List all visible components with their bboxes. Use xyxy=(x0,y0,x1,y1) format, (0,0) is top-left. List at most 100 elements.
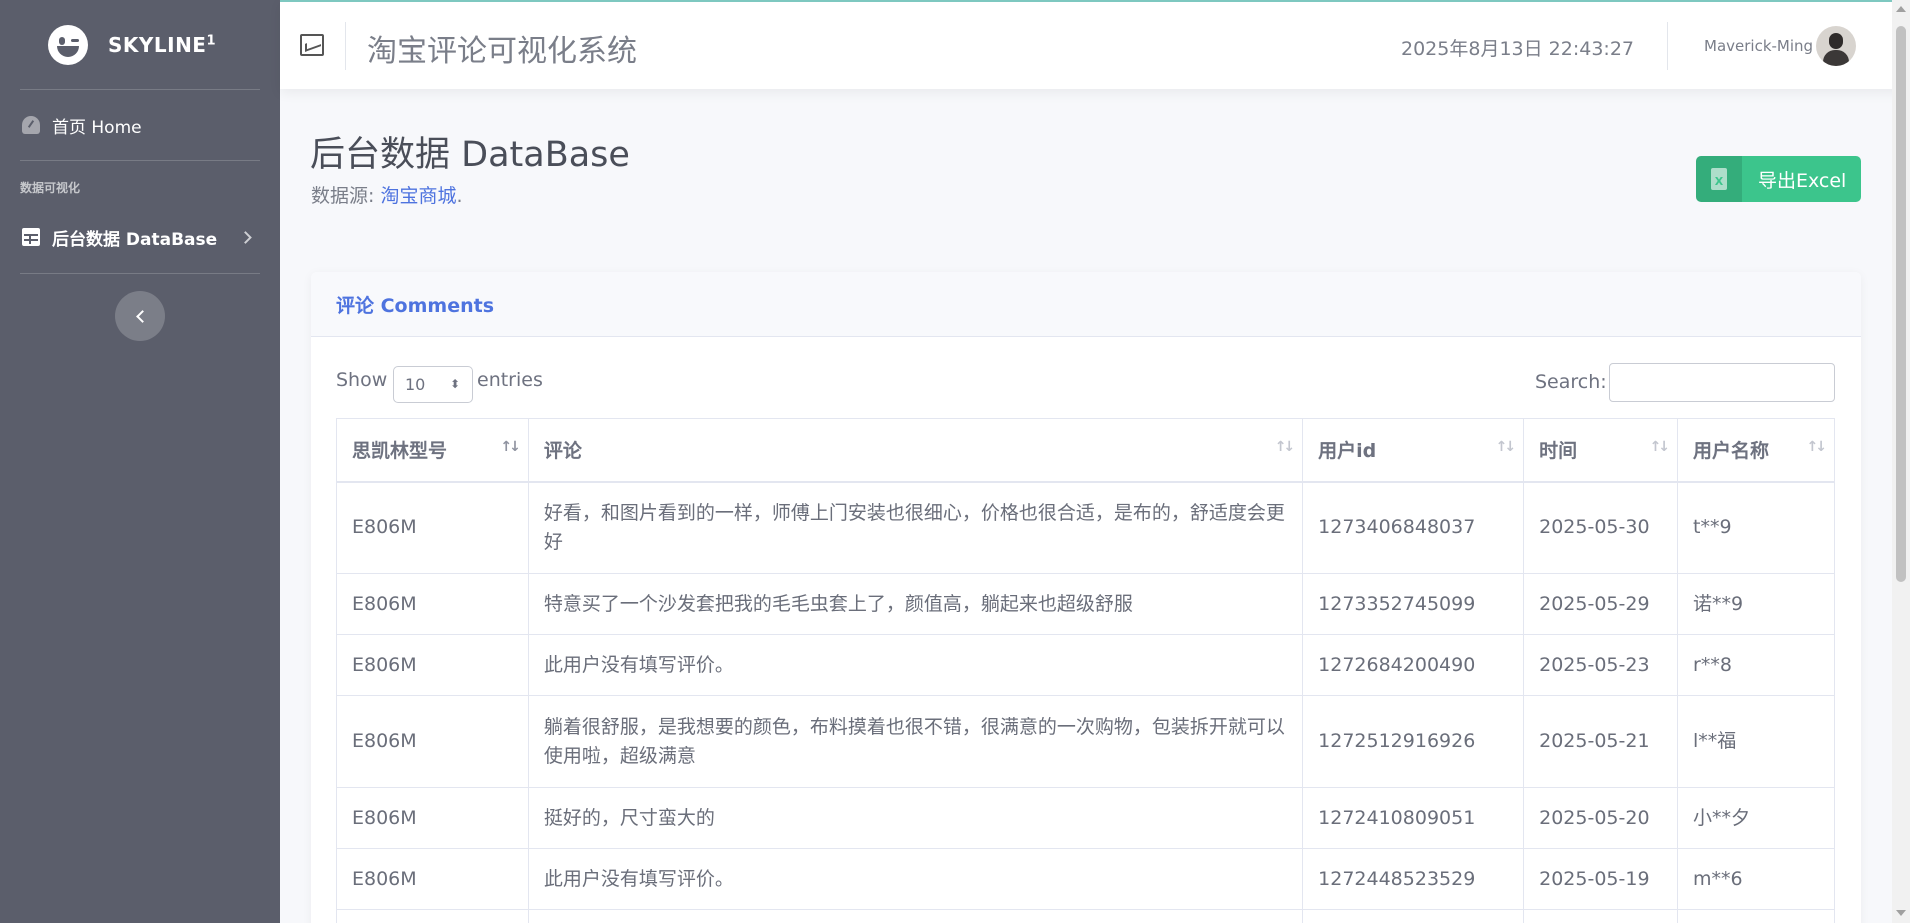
table-row: E806M 好看，和图片看到的一样，师傅上门安装也很细心，价格也很合适，是布的，… xyxy=(336,481,1835,574)
sort-icon: ↑↓ xyxy=(1274,439,1296,455)
sidebar-divider xyxy=(20,273,260,274)
table-row: E806M 躺着很舒服，是我想要的颜色，布料摸着也很不错，很满意的一次购物，包装… xyxy=(336,695,1835,788)
cell-time: 2025-05-21 xyxy=(1523,695,1679,788)
sidebar-heading: 数据可视化 xyxy=(20,181,81,195)
excel-icon-wrap: X xyxy=(1696,156,1742,202)
column-header-username[interactable]: 用户名称 ↑↓ xyxy=(1677,418,1835,483)
cell-comment: 此用户没有填写评价。 xyxy=(527,634,1304,696)
cell-model: E806M xyxy=(336,848,529,910)
comments-card: 评论 Comments Show 10 entries Search: 思凯林型… xyxy=(311,272,1861,923)
cell-comment: 特意买了一个沙发套把我的毛毛虫套上了，颜值高，躺起来也超级舒服 xyxy=(527,573,1304,635)
sidebar-toggle-button[interactable] xyxy=(115,291,165,341)
table-row xyxy=(336,909,1835,923)
column-header-time[interactable]: 时间 ↑↓ xyxy=(1523,418,1679,483)
table-controls: Show 10 entries Search: xyxy=(311,337,1861,415)
card-header: 评论 Comments xyxy=(311,272,1861,337)
page-scrollbar[interactable] xyxy=(1892,0,1910,923)
sort-icon: ↑↓ xyxy=(1495,439,1517,455)
sort-icon: ↑↓ xyxy=(1806,439,1828,455)
cell-comment: 躺着很舒服，是我想要的颜色，布料摸着也很不错，很满意的一次购物，包装拆开就可以使… xyxy=(527,695,1304,788)
card-title: 评论 Comments xyxy=(336,294,495,317)
table-icon xyxy=(22,228,40,246)
sidebar-item-home[interactable]: 首页 Home xyxy=(0,90,280,160)
line-chart-icon[interactable] xyxy=(300,34,324,56)
sidebar-item-label: 后台数据 DataBase xyxy=(52,229,218,250)
data-source: 数据源: 淘宝商城. xyxy=(311,181,463,208)
sidebar-item-database[interactable]: 后台数据 DataBase xyxy=(0,201,280,273)
chevron-right-icon xyxy=(239,230,252,244)
column-header-comment[interactable]: 评论 ↑↓ xyxy=(527,418,1304,483)
comments-table: 思凯林型号 ↑↓ 评论 ↑↓ 用户id ↑↓ 时间 ↑↓ 用户名称 ↑↓ E806M 好看… xyxy=(336,418,1835,923)
column-header-user-id[interactable]: 用户id ↑↓ xyxy=(1302,418,1525,483)
column-header-label: 评论 xyxy=(543,440,582,463)
column-header-label: 用户名称 xyxy=(1693,440,1770,463)
gauge-icon xyxy=(22,116,40,134)
cell-user-id: 1273406848037 xyxy=(1302,481,1525,574)
cell-user-id: 1272410809051 xyxy=(1302,787,1525,849)
column-header-label: 用户id xyxy=(1318,440,1377,463)
table-row: E806M 此用户没有填写评价。 1272684200490 2025-05-2… xyxy=(336,634,1835,696)
sort-icon: ↑↓ xyxy=(500,439,521,455)
brand-name: SKYLINE1 xyxy=(108,32,217,57)
sidebar: SKYLINE1 首页 Home 数据可视化 后台数据 DataBase xyxy=(0,0,280,923)
cell-model: E806M xyxy=(336,787,529,849)
cell-model: E806M xyxy=(336,634,529,696)
data-source-link[interactable]: 淘宝商城 xyxy=(380,185,456,207)
cell-username xyxy=(1677,909,1835,923)
cell-time: 2025-05-23 xyxy=(1523,634,1679,696)
topbar-divider xyxy=(345,22,346,70)
cell-username: r**8 xyxy=(1677,634,1835,696)
scroll-down-arrow-icon[interactable] xyxy=(1896,910,1906,916)
cell-model: E806M xyxy=(336,573,529,635)
app-title: 淘宝评论可视化系统 xyxy=(367,34,637,69)
cell-user-id: 1272512916926 xyxy=(1302,695,1525,788)
topbar: 淘宝评论可视化系统 2025年8月13日 22:43:27 Maverick-M… xyxy=(280,0,1910,89)
cell-username: 小**夕 xyxy=(1677,787,1835,849)
chevron-left-icon xyxy=(135,309,149,323)
table-row: E806M 挺好的，尺寸蛮大的 1272410809051 2025-05-20… xyxy=(336,787,1835,849)
sort-icon: ↑↓ xyxy=(1649,439,1671,455)
excel-file-icon: X xyxy=(1711,168,1727,190)
cell-model: E806M xyxy=(336,481,529,574)
cell-user-id: 1273352745099 xyxy=(1302,573,1525,635)
cell-comment: 好看，和图片看到的一样，师傅上门安装也很细心，价格也很合适，是布的，舒适度会更好 xyxy=(527,481,1304,574)
cell-comment: 此用户没有填写评价。 xyxy=(527,848,1304,910)
cell-time: 2025-05-20 xyxy=(1523,787,1679,849)
table-row: E806M 此用户没有填写评价。 1272448523529 2025-05-1… xyxy=(336,848,1835,910)
wink-logo-icon xyxy=(48,24,88,65)
topbar-divider xyxy=(1667,22,1668,70)
username[interactable]: Maverick-Ming xyxy=(1704,37,1813,55)
cell-model xyxy=(336,909,529,923)
export-excel-button[interactable]: X 导出Excel xyxy=(1696,156,1861,202)
cell-time: 2025-05-29 xyxy=(1523,573,1679,635)
table-row: E806M 特意买了一个沙发套把我的毛毛虫套上了，颜值高，躺起来也超级舒服 12… xyxy=(336,573,1835,635)
cell-user-id xyxy=(1302,909,1525,923)
table-header-row: 思凯林型号 ↑↓ 评论 ↑↓ 用户id ↑↓ 时间 ↑↓ 用户名称 ↑↓ xyxy=(336,418,1835,483)
column-header-model[interactable]: 思凯林型号 ↑↓ xyxy=(336,418,529,483)
export-label: 导出Excel xyxy=(1758,169,1847,192)
entries-length-select[interactable]: 10 xyxy=(393,366,473,403)
sidebar-item-label: 首页 Home xyxy=(52,117,142,138)
cell-comment: 挺好的，尺寸蛮大的 xyxy=(527,787,1304,849)
cell-comment xyxy=(527,909,1304,923)
scroll-thumb[interactable] xyxy=(1896,26,1906,582)
column-header-label: 时间 xyxy=(1539,440,1578,463)
cell-user-id: 1272448523529 xyxy=(1302,848,1525,910)
column-header-label: 思凯林型号 xyxy=(352,440,448,463)
cell-user-id: 1272684200490 xyxy=(1302,634,1525,696)
datetime: 2025年8月13日 22:43:27 xyxy=(1401,38,1634,60)
cell-username: t**9 xyxy=(1677,481,1835,574)
search-input[interactable] xyxy=(1609,363,1835,402)
cell-time: 2025-05-19 xyxy=(1523,848,1679,910)
brand[interactable]: SKYLINE1 xyxy=(0,0,280,89)
data-source-suffix: . xyxy=(456,185,463,207)
avatar[interactable] xyxy=(1816,26,1856,66)
entries-label: entries xyxy=(477,369,543,391)
search-label: Search: xyxy=(1535,371,1607,393)
cell-time xyxy=(1523,909,1679,923)
cell-username: m**6 xyxy=(1677,848,1835,910)
scroll-up-arrow-icon[interactable] xyxy=(1896,6,1906,12)
cell-username: l**福 xyxy=(1677,695,1835,788)
data-source-prefix: 数据源: xyxy=(311,185,381,207)
cell-model: E806M xyxy=(336,695,529,788)
